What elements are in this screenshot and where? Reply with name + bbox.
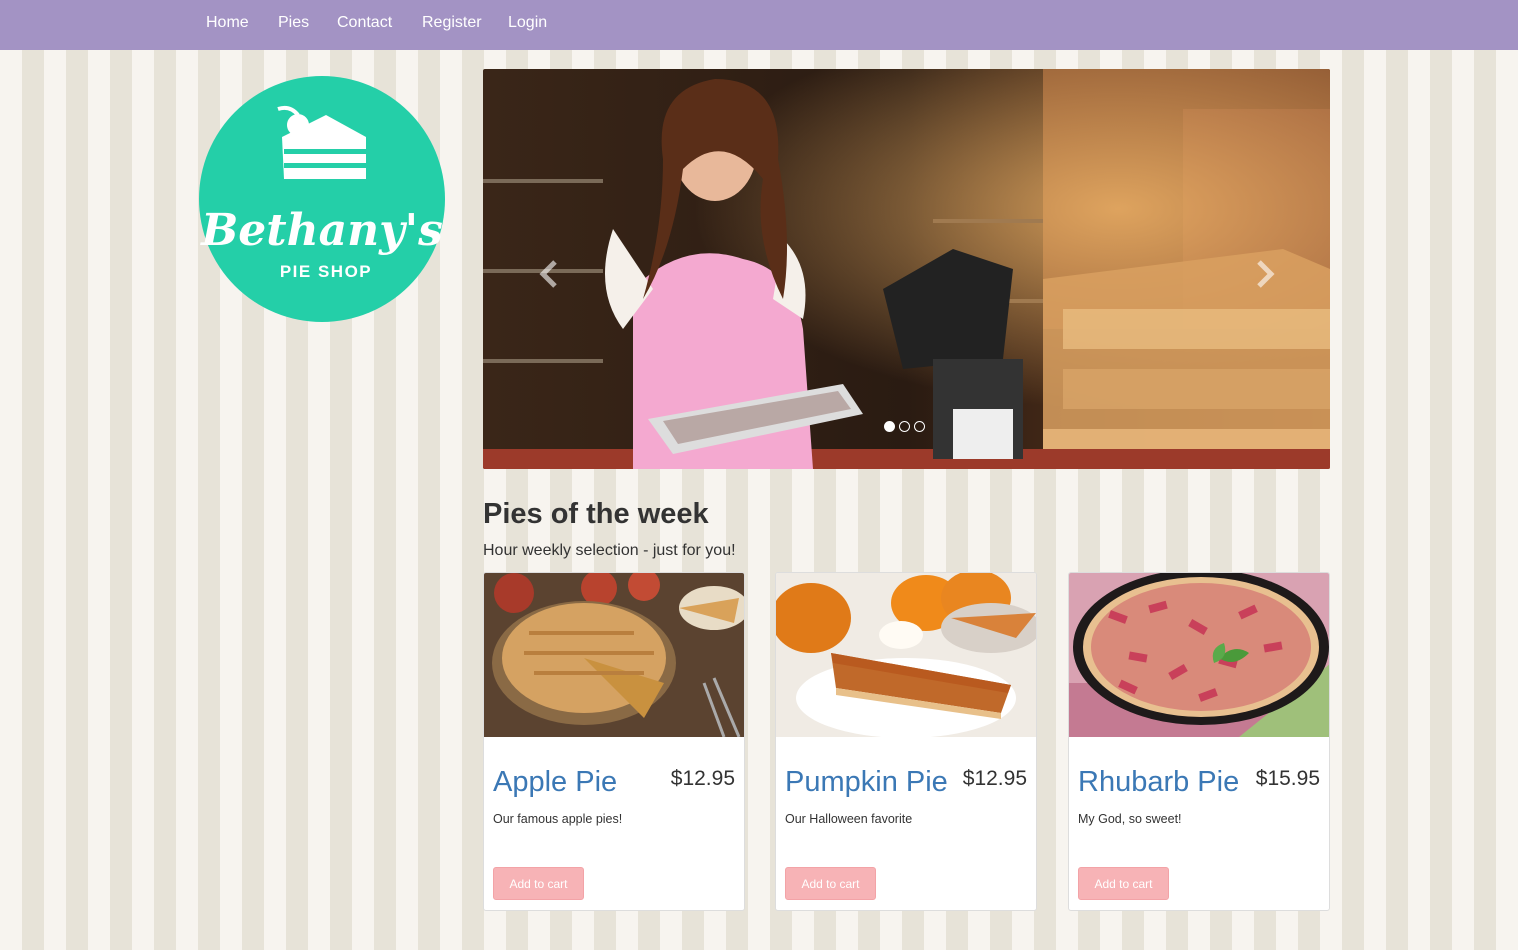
pie-price-rhubarb: $15.95 — [1255, 767, 1320, 790]
pie-name-pumpkin[interactable]: Pumpkin Pie — [785, 766, 948, 799]
pie-description-rhubarb: My God, so sweet! — [1078, 812, 1182, 826]
nav-contact[interactable]: Contact — [337, 14, 392, 32]
pie-name-apple[interactable]: Apple Pie — [493, 766, 617, 799]
top-navbar: Home Pies Contact Register Login — [0, 0, 1518, 50]
logo-title: Bethany's — [199, 205, 443, 256]
nav-home[interactable]: Home — [206, 14, 249, 32]
nav-register[interactable]: Register — [422, 14, 482, 32]
pie-price-pumpkin: $12.95 — [962, 767, 1027, 790]
rhubarb-pie-image — [1069, 573, 1329, 737]
add-to-cart-apple-button[interactable]: Add to cart — [493, 867, 584, 900]
carousel-indicator-1[interactable] — [884, 421, 895, 432]
apple-pie-image — [484, 573, 744, 737]
section-subtitle: Hour weekly selection - just for you! — [483, 542, 736, 559]
section-title: Pies of the week — [483, 498, 709, 530]
hero-carousel — [483, 69, 1330, 469]
pie-description-pumpkin: Our Halloween favorite — [785, 812, 913, 826]
pie-card-pumpkin: Pumpkin Pie $12.95 Our Halloween favorit… — [775, 572, 1037, 911]
logo-subtitle: PIE SHOP — [280, 262, 372, 281]
carousel-indicators — [884, 421, 925, 432]
carousel-indicator-3[interactable] — [914, 421, 925, 432]
pie-card-apple: Apple Pie $12.95 Our famous apple pies! … — [483, 572, 745, 911]
nav-pies[interactable]: Pies — [278, 14, 309, 32]
carousel-next-chevron-icon[interactable] — [1247, 256, 1283, 292]
nav-login[interactable]: Login — [508, 14, 547, 32]
pie-card-rhubarb: Rhubarb Pie $15.95 My God, so sweet! Add… — [1068, 572, 1330, 911]
carousel-indicator-2[interactable] — [899, 421, 910, 432]
pie-name-rhubarb[interactable]: Rhubarb Pie — [1078, 766, 1239, 799]
carousel-prev-chevron-icon[interactable] — [531, 256, 567, 292]
add-to-cart-pumpkin-button[interactable]: Add to cart — [785, 867, 876, 900]
pumpkin-pie-image — [776, 573, 1036, 737]
bakery-hero-image — [483, 69, 1330, 469]
add-to-cart-rhubarb-button[interactable]: Add to cart — [1078, 867, 1169, 900]
bethanys-pie-shop-logo[interactable]: Bethany's PIE SHOP — [198, 75, 446, 323]
pie-description-apple: Our famous apple pies! — [493, 812, 623, 826]
pie-price-apple: $12.95 — [670, 767, 735, 790]
